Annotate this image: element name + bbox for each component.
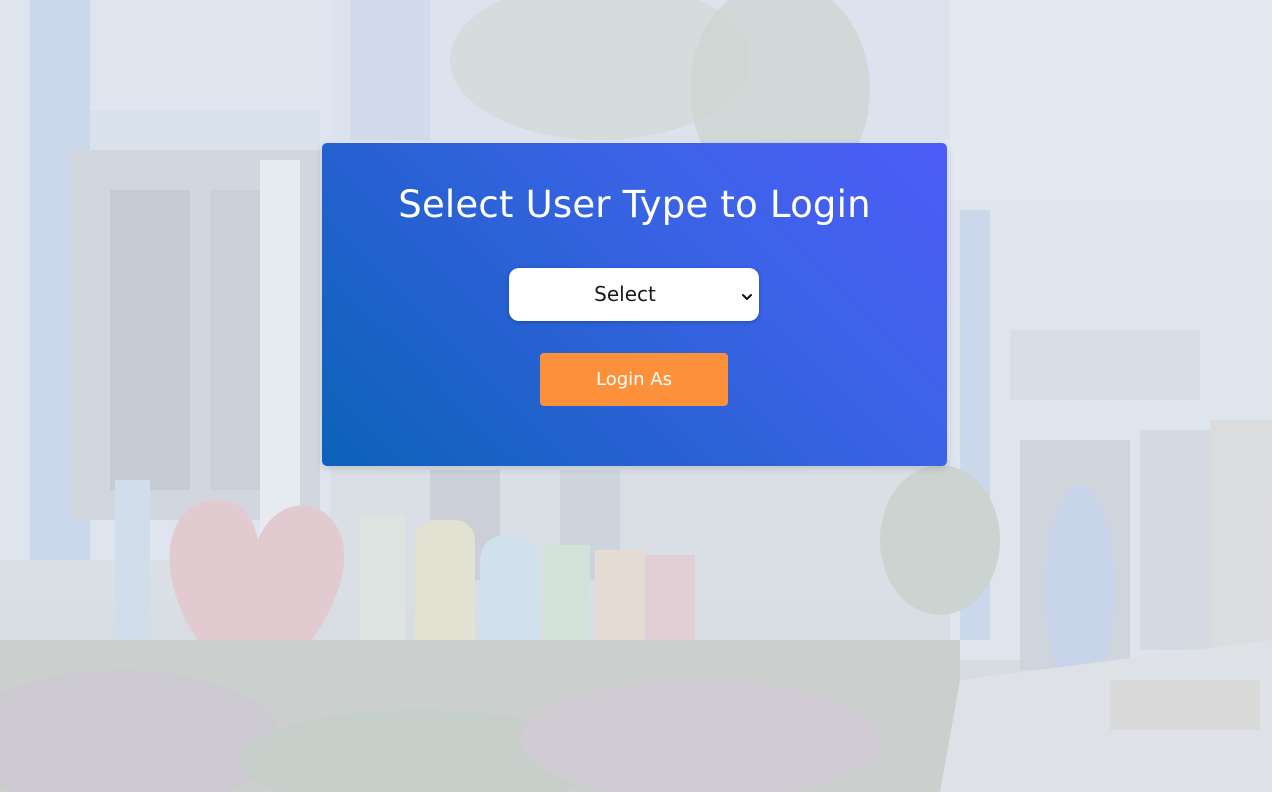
login-as-button[interactable]: Login As [540,353,728,406]
login-card: Select User Type to Login Select Login A… [322,143,947,466]
user-type-select[interactable]: Select [509,268,759,321]
page-title: Select User Type to Login [398,183,871,226]
chevron-down-icon [741,288,753,300]
user-type-select-value: Select [594,282,656,306]
